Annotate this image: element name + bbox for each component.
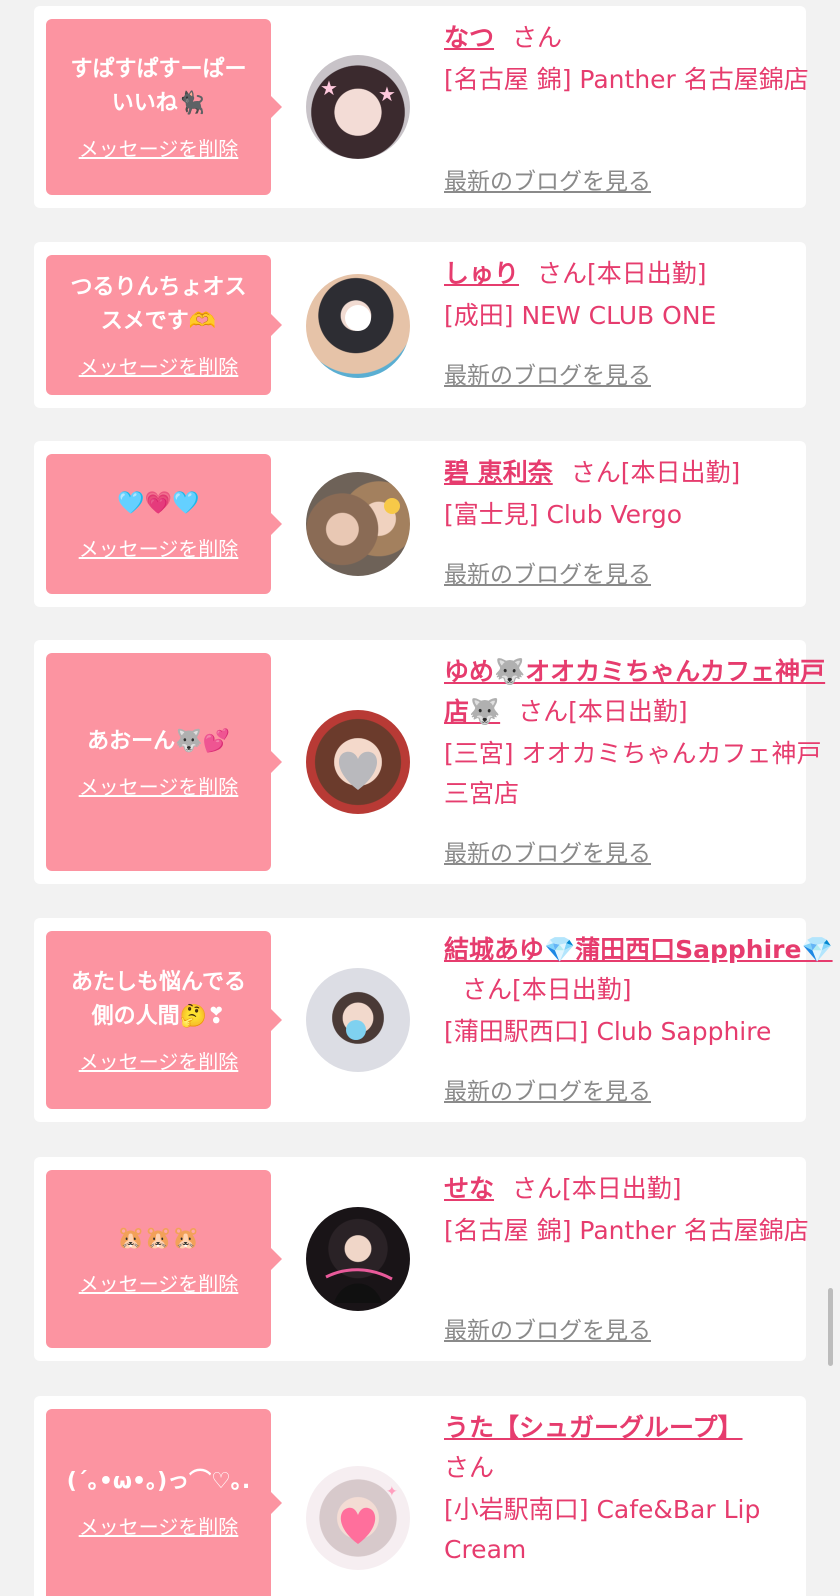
avatar-image: ✦ (340, 1484, 398, 1544)
status-badge: [本日出勤] (568, 697, 688, 726)
favorite-card: (´｡•ω•｡)っ⌒♡｡. メッセージを削除 ✦ うた【シュガーグループ】 さん … (34, 1396, 806, 1596)
avatar-image (338, 751, 378, 790)
delete-message-link[interactable]: メッセージを削除 (79, 351, 239, 380)
shop-name: [名古屋 錦] Panther 名古屋錦店 (444, 65, 809, 94)
shop-name: [富士見] Club Vergo (444, 500, 683, 529)
honorific: さん (518, 697, 569, 726)
favorite-card: あたしも悩んでる 側の人間🤔❣ メッセージを削除 結城あゆ💎蒲田西口Sapphi… (34, 918, 833, 1122)
delete-message-link[interactable]: メッセージを削除 (79, 1268, 239, 1297)
message-bubble: すぱすぱすーぱー いいね🐈‍⬛ メッセージを削除 (46, 19, 282, 195)
blog-link[interactable]: 最新のブログを見る (444, 555, 651, 589)
avatar-image (325, 1268, 393, 1303)
blog-link[interactable]: 最新のブログを見る (444, 834, 651, 868)
status-badge: [本日出勤] (620, 458, 741, 487)
shop-name: [名古屋 錦] Panther 名古屋錦店 (444, 1216, 809, 1245)
name-line: 碧 恵利奈 さん[本日出勤] (444, 453, 836, 493)
blog-link[interactable]: 最新のブログを見る (444, 162, 651, 196)
message-text: あたしも悩んでる 側の人間🤔❣ (71, 969, 246, 1029)
avatar-image (346, 1020, 366, 1040)
delete-message-link[interactable]: メッセージを削除 (79, 133, 239, 162)
avatar-image (384, 498, 400, 514)
avatar[interactable] (306, 472, 410, 576)
avatar-image: ★ ★ (320, 76, 396, 106)
avatar[interactable]: ✦ (306, 1466, 410, 1570)
favorite-card: つるりんちょオス スメです🫶 メッセージを削除 しゅり さん[本日出勤] [成田]… (34, 242, 806, 408)
honorific: さん (512, 1174, 563, 1203)
delete-message-link[interactable]: メッセージを削除 (79, 533, 239, 562)
blog-link[interactable]: 最新のブログを見る (444, 1311, 651, 1345)
avatar-image (345, 305, 371, 331)
honorific: さん (570, 458, 621, 487)
delete-message-link[interactable]: メッセージを削除 (79, 1046, 239, 1075)
cast-name-link[interactable]: 碧 恵利奈 (444, 458, 553, 487)
blog-link[interactable]: 最新のブログを見る (444, 1072, 651, 1106)
cast-name-link[interactable]: うた【シュガーグループ】 (444, 1413, 743, 1442)
message-bubble: あたしも悩んでる 側の人間🤔❣ メッセージを削除 (46, 931, 282, 1109)
name-line: せな さん[本日出勤] (444, 1169, 836, 1209)
favorite-card: 🐹🐹🐹 メッセージを削除 せな さん[本日出勤] [名古屋 錦] Panther … (34, 1157, 809, 1361)
name-line: なつ さん (444, 18, 836, 58)
message-bubble: つるりんちょオス スメです🫶 メッセージを削除 (46, 255, 282, 395)
svg-text:✦: ✦ (386, 1484, 398, 1500)
avatar[interactable] (306, 710, 410, 814)
favorite-card: すぱすぱすーぱー いいね🐈‍⬛ メッセージを削除 ★ ★ なつ さん [名古屋 錦… (34, 6, 809, 208)
favorite-card: 🩵💗🩵 メッセージを削除 碧 恵利奈 さん[本日出勤] [富士見] Club Ve… (34, 441, 806, 607)
shop-name: [成田] NEW CLUB ONE (444, 301, 717, 330)
shop-name: [小岩駅南口] Cafe&Bar Lip Cream (444, 1495, 761, 1564)
shop-name: [三宮] オオカミちゃんカフェ神戸三宮店 (444, 739, 822, 808)
message-bubble: あおーん🐺💕 メッセージを削除 (46, 653, 282, 871)
avatar[interactable] (306, 1207, 410, 1311)
message-bubble: 🐹🐹🐹 メッセージを削除 (46, 1170, 282, 1348)
message-text: (´｡•ω•｡)っ⌒♡｡. (66, 1469, 251, 1494)
scrollbar[interactable] (828, 1288, 833, 1366)
name-line: しゅり さん[本日出勤] (444, 254, 836, 294)
message-text: すぱすぱすーぱー いいね🐈‍⬛ (70, 56, 247, 116)
delete-message-link[interactable]: メッセージを削除 (79, 771, 239, 800)
shop-name: [蒲田駅西口] Club Sapphire (444, 1017, 772, 1046)
message-text: 🐹🐹🐹 (117, 1225, 200, 1251)
name-line: 結城あゆ💎蒲田西口Sapphire💎 さん[本日出勤] (444, 930, 836, 1010)
honorific: さん (537, 259, 588, 288)
name-line: ゆめ🐺オオカミちゃんカフェ神戸店🐺 さん[本日出勤] (444, 652, 836, 732)
svg-text:★: ★ (320, 76, 338, 100)
favorite-card: あおーん🐺💕 メッセージを削除 ゆめ🐺オオカミちゃんカフェ神戸店🐺 さん[本日出勤… (34, 640, 825, 884)
svg-text:★: ★ (378, 82, 396, 106)
cast-name-link[interactable]: なつ (444, 23, 494, 52)
name-line: うた【シュガーグループ】 さん (444, 1408, 836, 1488)
blog-link[interactable]: 最新のブログを見る (444, 356, 651, 390)
delete-message-link[interactable]: メッセージを削除 (79, 1511, 239, 1540)
status-badge: [本日出勤] (562, 1174, 682, 1203)
status-badge: [本日出勤] (587, 259, 707, 288)
avatar[interactable] (306, 968, 410, 1072)
message-text: つるりんちょオス スメです🫶 (70, 274, 247, 334)
honorific: さん (512, 23, 563, 52)
cast-name-link[interactable]: 結城あゆ💎蒲田西口Sapphire💎 (444, 935, 833, 964)
message-bubble: 🩵💗🩵 メッセージを削除 (46, 454, 282, 594)
avatar[interactable] (306, 274, 410, 378)
message-text: あおーん🐺💕 (87, 728, 230, 754)
status-badge: [本日出勤] (512, 975, 632, 1004)
message-text: 🩵💗🩵 (117, 490, 200, 516)
honorific: さん (462, 975, 513, 1004)
avatar[interactable]: ★ ★ (306, 55, 410, 159)
message-bubble: (´｡•ω•｡)っ⌒♡｡. メッセージを削除 (46, 1409, 282, 1596)
cast-name-link[interactable]: せな (444, 1174, 494, 1203)
cast-name-link[interactable]: しゅり (444, 259, 519, 288)
honorific: さん (444, 1453, 495, 1482)
